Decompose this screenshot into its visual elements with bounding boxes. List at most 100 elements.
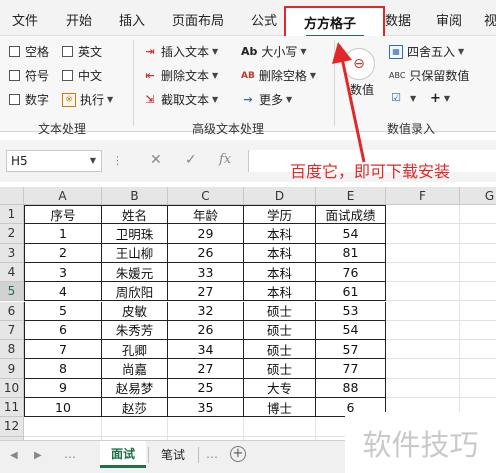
- table-cell[interactable]: 5: [24, 301, 102, 321]
- table-cell[interactable]: 7: [24, 340, 102, 360]
- table-cell[interactable]: 77: [316, 359, 386, 379]
- tab-review[interactable]: 审阅: [436, 10, 462, 29]
- table-cell[interactable]: 尚嘉: [102, 359, 168, 379]
- table-cell[interactable]: [386, 224, 460, 244]
- more-sheets-icon[interactable]: …: [206, 447, 218, 461]
- space-checkbox[interactable]: 空格: [9, 43, 49, 60]
- table-cell[interactable]: [460, 282, 496, 302]
- table-cell[interactable]: 卫明珠: [102, 224, 168, 244]
- table-cell[interactable]: 27: [168, 282, 244, 302]
- row-header[interactable]: 9: [0, 359, 24, 379]
- row-header[interactable]: 6: [0, 301, 24, 321]
- extract-text-button[interactable]: ⇲ 截取文本 ▼: [143, 91, 218, 108]
- table-cell[interactable]: [460, 302, 496, 321]
- table-cell[interactable]: 赵易梦: [102, 378, 168, 398]
- table-cell[interactable]: 81: [316, 243, 386, 263]
- table-cell[interactable]: 54: [316, 320, 386, 341]
- column-header-d[interactable]: D: [244, 187, 316, 205]
- chinese-checkbox[interactable]: 中文: [62, 67, 102, 84]
- column-title-cell[interactable]: 学历: [244, 205, 316, 225]
- column-title-cell[interactable]: 面试成绩: [316, 205, 386, 225]
- table-cell[interactable]: 硕士: [244, 320, 316, 341]
- table-cell[interactable]: 34: [168, 340, 244, 360]
- table-cell[interactable]: 4: [24, 282, 102, 302]
- case-button[interactable]: Ab 大小写 ▼: [241, 43, 307, 60]
- table-cell[interactable]: [460, 205, 496, 225]
- table-cell[interactable]: 27: [168, 359, 244, 379]
- number-checkbox[interactable]: 数字: [9, 91, 49, 108]
- table-cell[interactable]: [460, 244, 496, 263]
- table-cell[interactable]: 8: [24, 359, 102, 379]
- table-cell[interactable]: 88: [316, 378, 386, 398]
- sheet-tab-written[interactable]: 笔试: [150, 441, 196, 468]
- table-cell[interactable]: [24, 417, 102, 437]
- table-cell[interactable]: [386, 320, 460, 341]
- table-cell[interactable]: [386, 340, 460, 360]
- table-cell[interactable]: [460, 224, 496, 244]
- table-cell[interactable]: 硕士: [244, 359, 316, 379]
- plus-button[interactable]: + ▼: [430, 91, 450, 106]
- table-cell[interactable]: 朱媛元: [102, 262, 168, 283]
- column-header-a[interactable]: A: [24, 187, 102, 205]
- table-cell[interactable]: 3: [24, 262, 102, 283]
- table-cell[interactable]: 2: [24, 243, 102, 263]
- table-cell[interactable]: [386, 301, 460, 321]
- table-cell[interactable]: 26: [168, 320, 244, 341]
- table-cell[interactable]: [386, 282, 460, 302]
- table-cell[interactable]: 周欣阳: [102, 282, 168, 302]
- row-header[interactable]: 5: [0, 282, 24, 302]
- row-header[interactable]: 7: [0, 320, 24, 341]
- row-header[interactable]: 10: [0, 378, 24, 398]
- table-cell[interactable]: [460, 379, 496, 398]
- table-cell[interactable]: 29: [168, 224, 244, 244]
- row-header[interactable]: 4: [0, 262, 24, 283]
- table-cell[interactable]: 10: [24, 398, 102, 418]
- spreadsheet-grid[interactable]: ABCDEFG12345678910111213序号姓名年龄学历面试成绩1卫明珠…: [0, 187, 496, 440]
- table-cell[interactable]: [244, 417, 316, 437]
- tab-data[interactable]: 数据: [385, 10, 411, 29]
- column-header-c[interactable]: C: [168, 187, 244, 205]
- table-cell[interactable]: [386, 378, 460, 398]
- round-button[interactable]: ▦ 四舍五入 ▼: [389, 43, 464, 60]
- column-header-b[interactable]: B: [102, 187, 168, 205]
- table-cell[interactable]: 9: [24, 378, 102, 398]
- delete-text-button[interactable]: ⇤ 删除文本 ▼: [143, 67, 218, 84]
- column-header-f[interactable]: F: [386, 187, 460, 205]
- tab-view[interactable]: 视: [484, 10, 496, 29]
- table-cell[interactable]: [386, 243, 460, 263]
- table-cell[interactable]: 26: [168, 243, 244, 263]
- table-cell[interactable]: [386, 359, 460, 379]
- table-cell[interactable]: [386, 205, 460, 225]
- more-sheets-icon[interactable]: …: [64, 447, 76, 461]
- table-cell[interactable]: 朱秀芳: [102, 320, 168, 341]
- table-cell[interactable]: 32: [168, 301, 244, 321]
- cancel-icon[interactable]: ✕: [150, 152, 162, 168]
- table-cell[interactable]: 大专: [244, 378, 316, 398]
- table-cell[interactable]: 53: [316, 301, 386, 321]
- row-header[interactable]: 2: [0, 224, 24, 244]
- table-cell[interactable]: 57: [316, 340, 386, 360]
- table-cell[interactable]: [460, 340, 496, 360]
- table-cell[interactable]: 本科: [244, 262, 316, 283]
- tab-file[interactable]: 文件: [12, 10, 38, 29]
- table-cell[interactable]: 硕士: [244, 301, 316, 321]
- row-header[interactable]: 8: [0, 340, 24, 360]
- english-checkbox[interactable]: 英文: [62, 43, 102, 60]
- table-cell[interactable]: 本科: [244, 243, 316, 263]
- table-cell[interactable]: [102, 417, 168, 437]
- symbol-checkbox[interactable]: 符号: [9, 67, 49, 84]
- table-cell[interactable]: 本科: [244, 224, 316, 244]
- table-cell[interactable]: [386, 262, 460, 283]
- scroll-left-icon[interactable]: ◀: [10, 450, 18, 461]
- table-cell[interactable]: 6: [24, 320, 102, 341]
- table-cell[interactable]: 76: [316, 262, 386, 283]
- table-cell[interactable]: 硕士: [244, 340, 316, 360]
- table-cell[interactable]: 25: [168, 378, 244, 398]
- table-cell[interactable]: 孔卿: [102, 340, 168, 360]
- name-box[interactable]: H5 ▼: [6, 150, 102, 172]
- tab-formulas[interactable]: 公式: [251, 10, 277, 29]
- table-cell[interactable]: 王山柳: [102, 243, 168, 263]
- insert-function-icon[interactable]: fx: [219, 152, 231, 167]
- tab-home[interactable]: 开始: [66, 10, 92, 29]
- row-header[interactable]: 12: [0, 417, 24, 437]
